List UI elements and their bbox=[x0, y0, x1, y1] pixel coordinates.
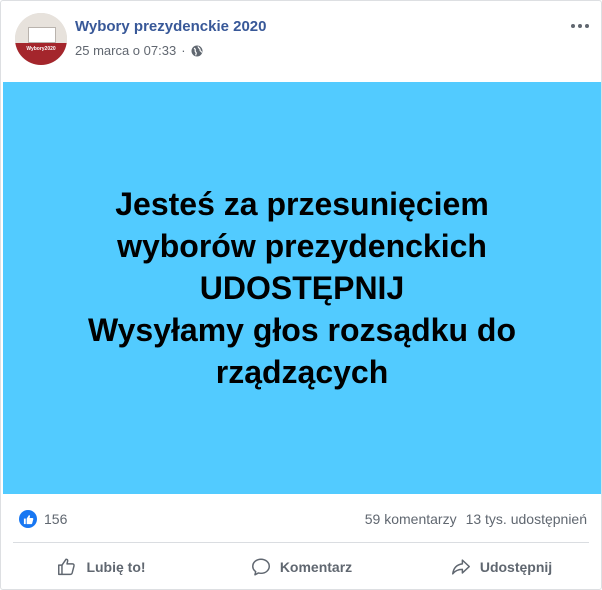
thumbs-up-outline-icon bbox=[58, 558, 76, 576]
share-arrow-icon bbox=[451, 559, 470, 575]
post-card: Wybory2020 Wybory prezydenckie 2020 25 m… bbox=[0, 0, 602, 590]
action-bar: Lubię to! Komentarz Udostępnij bbox=[1, 545, 601, 589]
divider bbox=[13, 542, 589, 543]
post-image[interactable]: Jesteś za przesunięciem wyborów prezyden… bbox=[3, 82, 601, 494]
like-button-label: Lubię to! bbox=[86, 559, 146, 575]
reactions-bar: 156 59 komentarzy 13 tys. udostępnień bbox=[1, 494, 601, 542]
page-name-link[interactable]: Wybory prezydenckie 2020 bbox=[75, 18, 266, 36]
page-avatar[interactable]: Wybory2020 bbox=[15, 13, 67, 65]
post-image-line: Wysyłamy głos rozsądku do bbox=[88, 312, 516, 348]
comment-button[interactable]: Komentarz bbox=[201, 545, 401, 589]
comment-button-label: Komentarz bbox=[279, 559, 353, 575]
like-count[interactable]: 156 bbox=[44, 511, 67, 527]
post-image-line: UDOSTĘPNIJ bbox=[199, 270, 405, 306]
comment-icon bbox=[251, 558, 270, 576]
comment-count[interactable]: 59 komentarzy bbox=[365, 511, 457, 527]
post-header: Wybory2020 Wybory prezydenckie 2020 25 m… bbox=[1, 1, 601, 81]
globe-icon[interactable] bbox=[191, 45, 203, 57]
share-count[interactable]: 13 tys. udostępnień bbox=[466, 511, 587, 527]
post-image-line: Jesteś za przesunięciem bbox=[115, 186, 489, 222]
share-button-label: Udostępnij bbox=[479, 559, 553, 575]
ballot-box-icon bbox=[28, 27, 56, 43]
post-image-line: rządzących bbox=[215, 354, 389, 390]
more-options-icon[interactable] bbox=[567, 13, 593, 39]
post-timestamp[interactable]: 25 marca o 07:33 bbox=[75, 43, 176, 59]
thumbs-up-icon bbox=[23, 514, 33, 524]
share-button[interactable]: Udostępnij bbox=[401, 545, 601, 589]
post-meta: 25 marca o 07:33 · bbox=[75, 43, 203, 59]
meta-separator: · bbox=[181, 43, 186, 58]
avatar-label: Wybory2020 bbox=[26, 46, 56, 52]
post-image-text: Jesteś za przesunięciem wyborów prezyden… bbox=[22, 183, 582, 393]
like-button[interactable]: Lubię to! bbox=[1, 545, 201, 589]
engagement-stats: 59 komentarzy 13 tys. udostępnień bbox=[365, 511, 587, 527]
like-reaction-icon[interactable] bbox=[19, 510, 37, 528]
post-image-line: wyborów prezydenckich bbox=[117, 228, 487, 264]
